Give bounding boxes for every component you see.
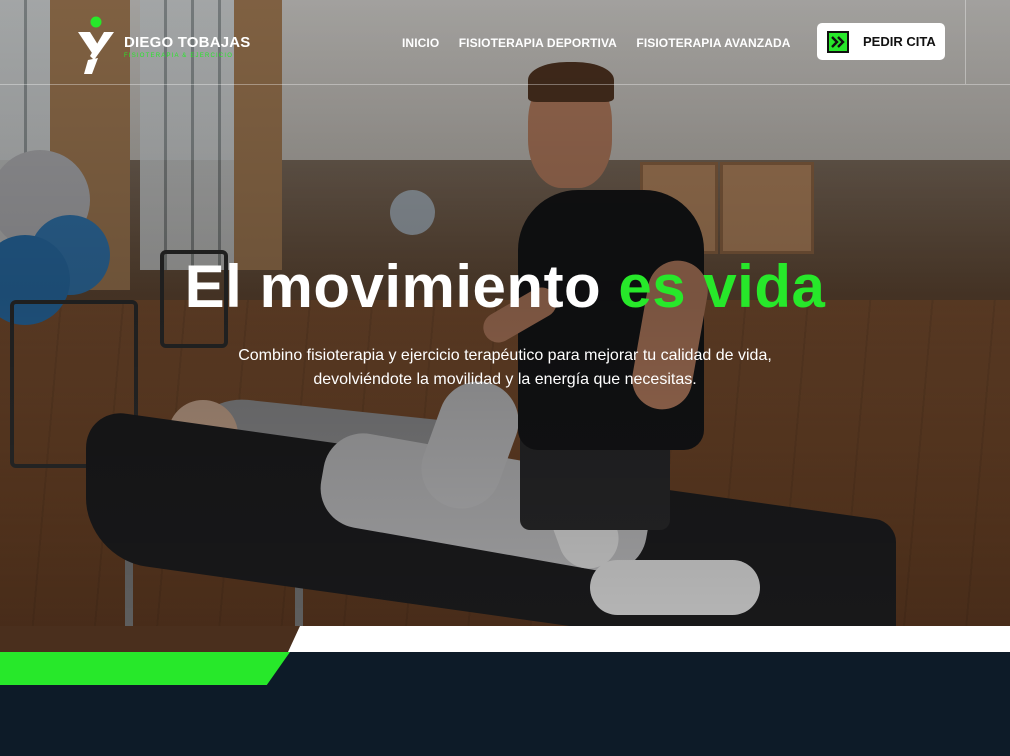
hero-title: El movimiento es vida: [0, 252, 1010, 321]
nav-link-inicio[interactable]: INICIO: [402, 36, 439, 50]
hero-title-accent: es vida: [618, 253, 826, 320]
hero-overlay: [0, 0, 1010, 652]
logo-tagline: FISIOTERAPIA & EJERCICIO: [124, 53, 234, 59]
logo-icon: [78, 16, 114, 74]
pedir-cita-label: PEDIR CITA: [863, 34, 936, 49]
accent-stripe: [0, 652, 290, 685]
nav-link-fisioterapia-deportiva[interactable]: FISIOTERAPIA DEPORTIVA: [459, 36, 617, 50]
logo[interactable]: DIEGO TOBAJAS FISIOTERAPIA & EJERCICIO: [74, 16, 264, 76]
section-divider-notch: [0, 626, 300, 652]
logo-title: DIEGO TOBAJAS: [124, 34, 251, 51]
pedir-cita-button[interactable]: PEDIR CITA: [817, 23, 945, 60]
header-divider-vertical: [965, 0, 966, 84]
double-chevron-right-icon: [827, 31, 849, 53]
hero-description: Combino fisioterapia y ejercicio terapéu…: [238, 347, 772, 388]
main-nav: INICIO FISIOTERAPIA DEPORTIVA FISIOTERAP…: [402, 34, 806, 52]
hero-section: DIEGO TOBAJAS FISIOTERAPIA & EJERCICIO I…: [0, 0, 1010, 652]
header-divider: [0, 84, 1010, 85]
nav-link-fisioterapia-avanzada[interactable]: FISIOTERAPIA AVANZADA: [636, 36, 790, 50]
hero-title-main: El movimiento: [184, 253, 619, 320]
